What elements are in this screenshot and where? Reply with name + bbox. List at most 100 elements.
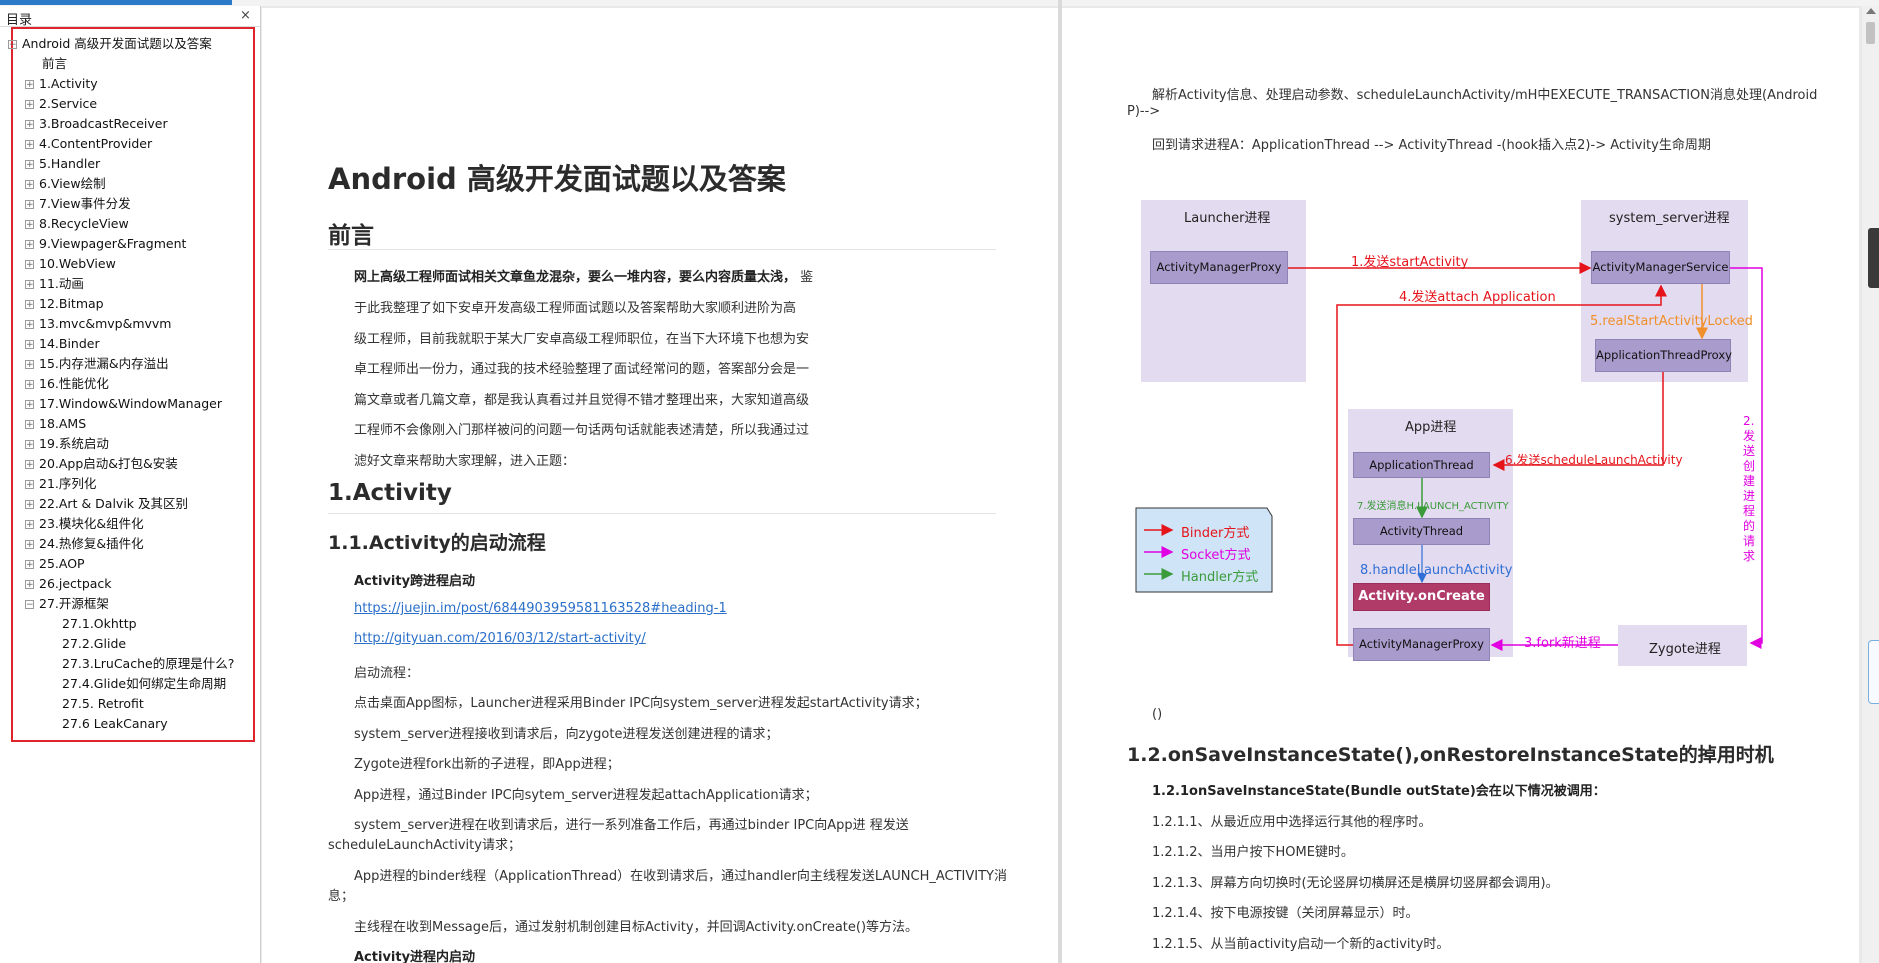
toc-item[interactable]: +5.Handler — [25, 154, 100, 174]
in-process-heading: Activity进程内启动 — [354, 950, 476, 963]
legend-handler: Handler方式 — [1181, 570, 1259, 585]
toc-item-label: 13.mvc&mvp&mvvm — [39, 316, 172, 331]
toc-item[interactable]: +17.Window&WindowManager — [25, 394, 222, 414]
save-state-bold: 1.2.1onSaveInstanceState(Bundle outState… — [1152, 784, 1606, 799]
toc-item[interactable]: +24.热修复&插件化 — [25, 534, 144, 554]
toc-item[interactable]: +23.模块化&组件化 — [25, 514, 144, 534]
toc-item[interactable]: −27.开源框架 — [25, 594, 109, 614]
gityuan-link[interactable]: http://gityuan.com/2016/03/12/start-acti… — [354, 631, 646, 646]
toc-item-label: 27.1.Okhttp — [62, 616, 137, 631]
save-item: 1.2.1.5、从当前activity启动一个新的activity时。 — [1152, 937, 1450, 952]
expand-icon[interactable]: + — [25, 220, 34, 230]
toc-item[interactable]: +16.性能优化 — [25, 374, 109, 394]
scrollbar-thumb[interactable] — [1866, 22, 1875, 44]
toc-sidebar: 目录 × − Android 高级开发面试题以及答案 前言 +1.Activity +2… — [0, 6, 261, 963]
toc-item[interactable]: 27.2.Glide — [62, 634, 126, 654]
expand-icon[interactable]: + — [25, 260, 34, 270]
toc-item[interactable]: +8.RecycleView — [25, 214, 129, 234]
toc-item-label: 5.Handler — [39, 156, 101, 171]
label-start-activity: 1.发送startActivity — [1351, 255, 1469, 270]
expand-icon[interactable]: + — [25, 380, 34, 390]
expand-icon[interactable]: + — [25, 420, 34, 430]
toc-item[interactable]: +6.View绘制 — [25, 174, 106, 194]
toc-item[interactable]: +2.Service — [25, 94, 97, 114]
save-item: 1.2.1.1、从最近应用中选择运行其他的程序时。 — [1152, 815, 1432, 830]
toc-item[interactable]: +12.Bitmap — [25, 294, 104, 314]
toc-item[interactable]: +14.Binder — [25, 334, 100, 354]
toc-item[interactable]: +25.AOP — [25, 554, 85, 574]
toc-item-label: 27.2.Glide — [62, 636, 127, 651]
toc-item-label: 21.序列化 — [39, 476, 97, 491]
toc-item[interactable]: +26.jectpack — [25, 574, 112, 594]
expand-icon[interactable]: + — [25, 400, 34, 410]
juejin-link[interactable]: https://juejin.im/post/68449039595811635… — [354, 601, 727, 616]
preface-line-1-tail: 鉴 — [800, 270, 814, 285]
expand-icon[interactable]: + — [25, 360, 34, 370]
expand-icon[interactable]: + — [25, 160, 34, 170]
side-panel-tab[interactable] — [1868, 640, 1879, 704]
expand-icon[interactable]: + — [25, 240, 34, 250]
toc-item[interactable]: +11.动画 — [25, 274, 84, 294]
empty-parens: () — [1152, 707, 1163, 722]
toc-item[interactable]: 27.3.LruCache的原理是什么? — [62, 654, 234, 674]
expand-icon[interactable]: + — [25, 80, 34, 90]
toc-item[interactable]: +15.内存泄漏&内存溢出 — [25, 354, 169, 374]
collapse-icon[interactable]: − — [8, 40, 17, 50]
expand-icon[interactable]: + — [25, 520, 34, 530]
expand-icon[interactable]: + — [25, 560, 34, 570]
toc-item[interactable]: +9.Viewpager&Fragment — [25, 234, 186, 254]
expand-icon[interactable]: + — [25, 320, 34, 330]
expand-icon[interactable]: + — [25, 540, 34, 550]
expand-icon[interactable]: + — [25, 120, 34, 130]
scroll-up-icon[interactable] — [1866, 8, 1876, 14]
expand-icon[interactable]: + — [25, 140, 34, 150]
side-panel-handle[interactable] — [1868, 228, 1879, 288]
expand-icon[interactable]: + — [25, 500, 34, 510]
expand-icon[interactable]: + — [25, 200, 34, 210]
toc-item[interactable]: +21.序列化 — [25, 474, 96, 494]
expand-icon[interactable]: + — [25, 100, 34, 110]
expand-icon[interactable]: + — [25, 180, 34, 190]
toc-item-label: 12.Bitmap — [39, 296, 104, 311]
toc-item[interactable]: − Android 高级开发面试题以及答案 — [8, 34, 212, 54]
preface-line: 滤好文章来帮助大家理解，进入正题： — [354, 454, 576, 469]
expand-icon[interactable]: + — [25, 280, 34, 290]
save-item: 1.2.1.2、当用户按下HOME键时。 — [1152, 845, 1354, 860]
expand-icon[interactable]: + — [25, 480, 34, 490]
flow-title: 启动流程： — [354, 666, 420, 681]
toc-item-label: 27.5. Retrofit — [62, 696, 144, 711]
toc-item[interactable]: +18.AMS — [25, 414, 86, 434]
expand-icon[interactable]: + — [25, 340, 34, 350]
expand-icon[interactable]: + — [25, 440, 34, 450]
heading-activity-start: 1.1.Activity的启动流程 — [328, 532, 546, 554]
toc-item-label: 16.性能优化 — [39, 376, 109, 391]
label-attach: 4.发送attach Application — [1399, 290, 1556, 305]
toc-item[interactable]: +1.Activity — [25, 74, 98, 94]
toc-item[interactable]: +13.mvc&mvp&mvvm — [25, 314, 171, 334]
toc-item[interactable]: 前言 — [42, 54, 67, 74]
toc-item[interactable]: 27.6 LeakCanary — [62, 714, 168, 734]
toc-item[interactable]: +20.App启动&打包&安装 — [25, 454, 178, 474]
toc-item[interactable]: +10.WebView — [25, 254, 116, 274]
toc-item[interactable]: +3.BroadcastReceiver — [25, 114, 168, 134]
collapse-icon[interactable]: − — [25, 600, 34, 610]
toc-item[interactable]: 27.5. Retrofit — [62, 694, 144, 714]
window-top-strip — [0, 0, 1879, 6]
toc-item[interactable]: +4.ContentProvider — [25, 134, 152, 154]
toc-item[interactable]: +7.View事件分发 — [25, 194, 131, 214]
document-title: Android 高级开发面试题以及答案 — [328, 162, 786, 196]
toc-item-label: 27.开源框架 — [39, 596, 109, 611]
expand-icon[interactable]: + — [25, 460, 34, 470]
flow-step: App进程的binder线程（ApplicationThread）在收到请求后，… — [354, 869, 1007, 884]
toc-item[interactable]: 27.4.Glide如何绑定生命周期 — [62, 674, 226, 694]
expand-icon[interactable]: + — [25, 580, 34, 590]
vertical-scrollbar[interactable] — [1862, 6, 1879, 963]
toc-item-label: 20.App启动&打包&安装 — [39, 456, 178, 471]
save-item: 1.2.1.4、按下电源按键（关闭屏幕显示）时。 — [1152, 906, 1419, 921]
toc-item-label: 24.热修复&插件化 — [39, 536, 144, 551]
expand-icon[interactable]: + — [25, 300, 34, 310]
toc-item[interactable]: +19.系统启动 — [25, 434, 109, 454]
close-icon[interactable]: × — [240, 8, 251, 23]
toc-item[interactable]: +22.Art & Dalvik 及其区别 — [25, 494, 188, 514]
toc-item[interactable]: 27.1.Okhttp — [62, 614, 137, 634]
